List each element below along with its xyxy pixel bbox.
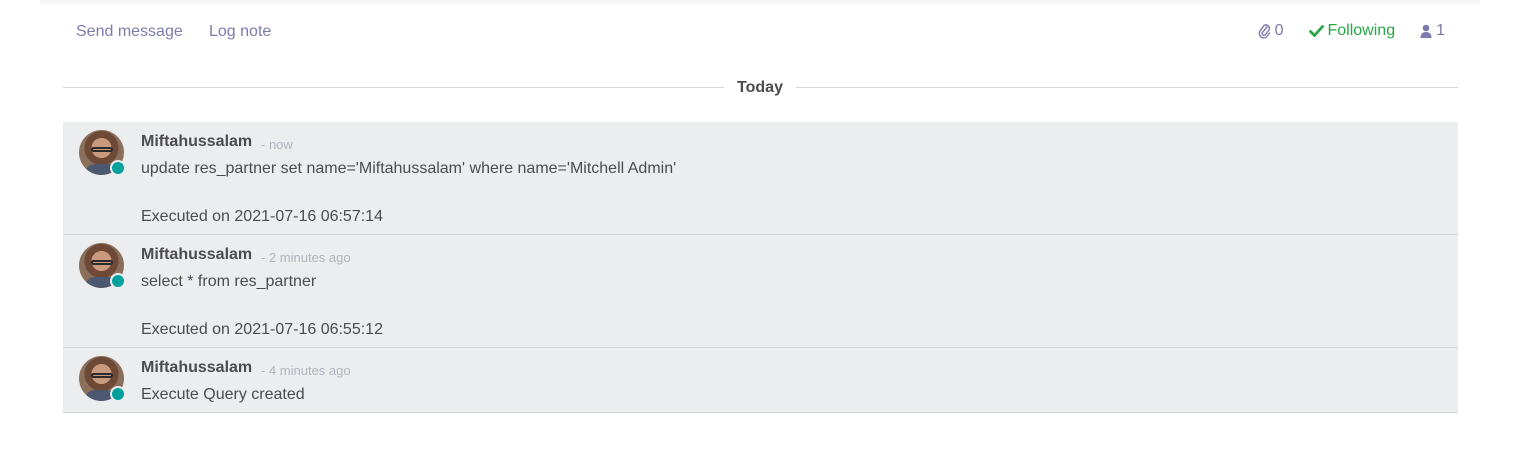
message-body-line: Executed on 2021-07-16 06:55:12 <box>141 321 383 338</box>
message-author[interactable]: Miftahussalam <box>141 133 252 151</box>
divider-line-left <box>63 87 724 88</box>
following-button[interactable]: Following <box>1308 22 1396 40</box>
followers-count: 1 <box>1436 22 1445 39</box>
online-status-icon <box>110 273 126 289</box>
chatter-topbar-actions: 0 Following 1 <box>1233 22 1445 40</box>
message-date: - now <box>261 137 293 152</box>
message-author[interactable]: Miftahussalam <box>141 359 252 377</box>
message[interactable]: Miftahussalam - 4 minutes ago Execute Qu… <box>63 348 1458 413</box>
message[interactable]: Miftahussalam - 2 minutes ago select * f… <box>63 235 1458 348</box>
message-date: - 4 minutes ago <box>261 363 351 378</box>
message-body: Execute Query created <box>141 383 305 407</box>
online-status-icon <box>110 386 126 402</box>
message-body-line: Execute Query created <box>141 386 305 403</box>
message-body: select * from res_partner Executed on 20… <box>141 270 383 342</box>
message-body-line: select * from res_partner <box>141 273 317 290</box>
message-list: Miftahussalam - now update res_partner s… <box>63 122 1458 413</box>
user-icon <box>1420 24 1436 38</box>
message-body: update res_partner set name='Miftahussal… <box>141 157 676 229</box>
following-label: Following <box>1327 22 1396 39</box>
followers-button[interactable]: 1 <box>1420 22 1445 40</box>
avatar[interactable] <box>79 243 126 289</box>
log-note-button[interactable]: Log note <box>209 23 271 41</box>
message-author[interactable]: Miftahussalam <box>141 246 252 264</box>
divider-line-right <box>796 87 1458 88</box>
chatter-topbar: Send message Log note 0 Following 1 <box>63 18 1458 46</box>
attachments-count: 0 <box>1274 22 1284 39</box>
message-body-line: update res_partner set name='Miftahussal… <box>141 160 677 177</box>
date-divider-label: Today <box>737 79 783 96</box>
avatar[interactable] <box>79 356 126 402</box>
date-divider: Today <box>63 78 1458 98</box>
paperclip-icon <box>1258 23 1275 39</box>
message-body-line: Executed on 2021-07-16 06:57:14 <box>141 208 383 225</box>
message[interactable]: Miftahussalam - now update res_partner s… <box>63 122 1458 235</box>
check-icon <box>1308 24 1328 38</box>
message-date: - 2 minutes ago <box>261 250 351 265</box>
avatar[interactable] <box>79 130 126 176</box>
send-message-button[interactable]: Send message <box>76 23 183 41</box>
online-status-icon <box>110 160 126 176</box>
attachments-button[interactable]: 0 <box>1258 22 1284 40</box>
top-shadow <box>40 0 1480 6</box>
